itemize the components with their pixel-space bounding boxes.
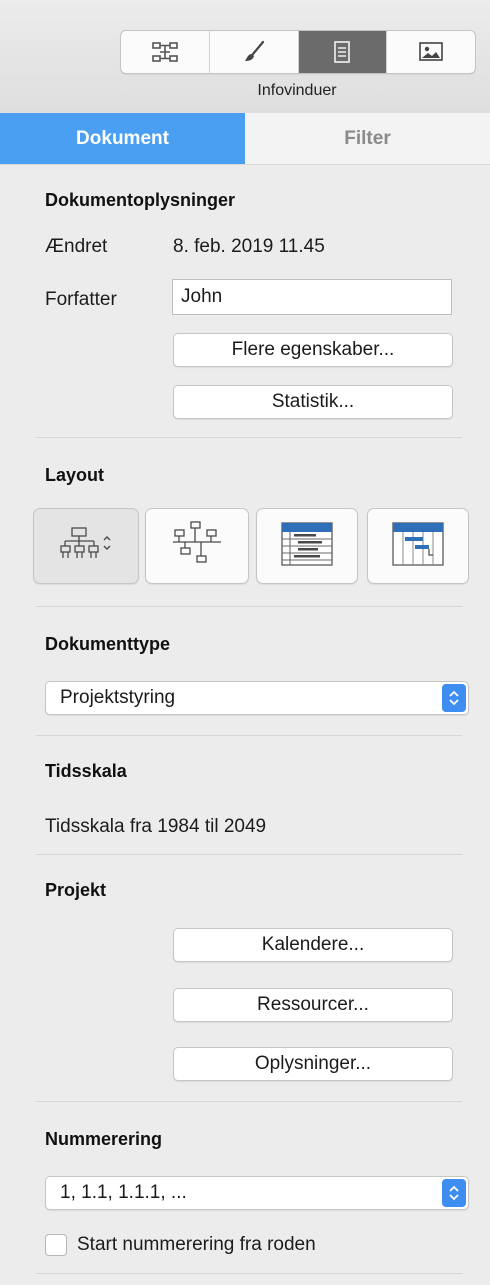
document-type-heading: Dokumenttype — [45, 634, 171, 654]
inspector-segmented-control — [120, 30, 476, 74]
numbering-popup[interactable]: 1, 1.1, 1.1.1, ... — [45, 1176, 469, 1210]
divider — [36, 1101, 462, 1102]
layout-org-chart-button[interactable] — [33, 508, 139, 584]
layout-gantt-button[interactable] — [367, 508, 469, 584]
table-outline-icon — [280, 521, 334, 572]
resources-button[interactable]: Ressourcer... — [173, 988, 453, 1022]
inspector-tabs: Dokument Filter — [0, 113, 490, 165]
start-numbering-label: Start nummerering fra roden — [77, 1234, 316, 1255]
calendars-button[interactable]: Kalendere... — [173, 928, 453, 962]
start-numbering-checkbox[interactable] — [45, 1234, 67, 1256]
more-properties-button[interactable]: Flere egenskaber... — [173, 333, 453, 367]
document-icon[interactable] — [298, 31, 388, 73]
layout-heading: Layout — [45, 465, 105, 485]
popup-stepper-icon — [442, 684, 466, 712]
image-icon[interactable] — [387, 31, 475, 73]
tab-dokument[interactable]: Dokument — [0, 113, 245, 164]
tab-filter[interactable]: Filter — [245, 113, 490, 164]
document-type-popup[interactable]: Projektstyring — [45, 681, 469, 715]
divider — [36, 437, 462, 438]
document-type-value: Projektstyring — [60, 687, 176, 708]
document-info-heading: Dokumentoplysninger — [45, 190, 236, 210]
inspector-toolbar: Infovinduer — [0, 0, 490, 114]
project-heading: Projekt — [45, 880, 107, 900]
toolbar-caption: Infovinduer — [257, 82, 337, 99]
divider — [36, 606, 462, 607]
style-brush-icon[interactable] — [210, 31, 299, 73]
gantt-chart-icon — [391, 521, 445, 572]
layout-table-outline-button[interactable] — [256, 508, 358, 584]
modified-label: Ændret — [45, 236, 108, 257]
author-label: Forfatter — [45, 289, 117, 310]
divider — [36, 735, 462, 736]
divider — [36, 854, 462, 855]
modified-value: 8. feb. 2019 11.45 — [173, 236, 325, 257]
layout-timeline-button[interactable] — [145, 508, 249, 584]
timescale-heading: Tidsskala — [45, 761, 127, 781]
divider — [36, 1273, 462, 1274]
numbering-heading: Nummerering — [45, 1129, 163, 1149]
statistics-button[interactable]: Statistik... — [173, 385, 453, 419]
numbering-value: 1, 1.1, 1.1.1, ... — [60, 1182, 187, 1203]
outline-structure-icon[interactable] — [121, 31, 210, 73]
author-field[interactable] — [172, 279, 452, 315]
project-info-button[interactable]: Oplysninger... — [173, 1047, 453, 1081]
timeline-chart-icon — [171, 518, 223, 575]
timescale-text: Tidsskala fra 1984 til 2049 — [45, 816, 267, 837]
popup-stepper-icon — [442, 1179, 466, 1207]
org-chart-icon — [60, 522, 112, 571]
